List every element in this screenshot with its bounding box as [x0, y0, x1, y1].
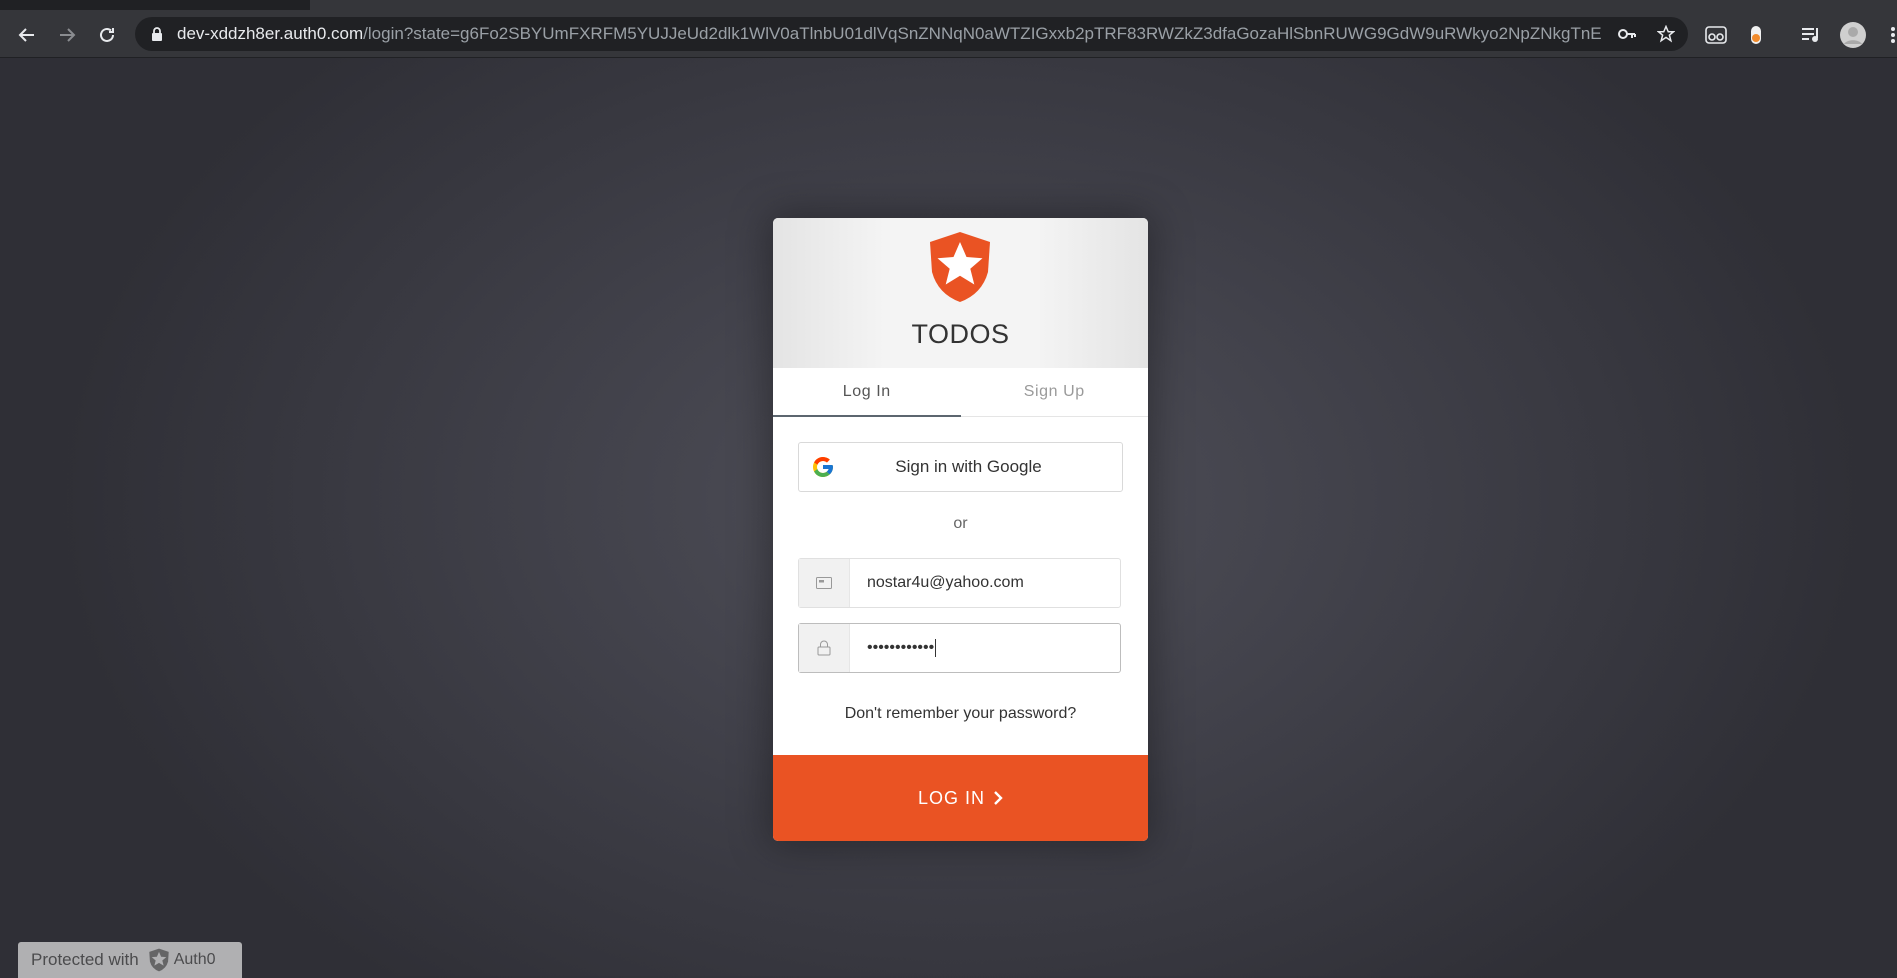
- extension-glasses-icon[interactable]: [1703, 22, 1729, 48]
- password-field[interactable]: ••••••••••••: [798, 623, 1121, 673]
- media-queue-icon[interactable]: [1798, 22, 1824, 48]
- tab-strip: [0, 0, 1897, 10]
- badge-brand: Auth0: [173, 951, 216, 968]
- reload-button[interactable]: [92, 20, 122, 50]
- lock-icon[interactable]: [149, 26, 165, 42]
- protected-with-auth0-badge[interactable]: Protected with Auth0: [18, 942, 242, 978]
- tab-login[interactable]: Log In: [773, 368, 961, 417]
- profile-avatar-icon[interactable]: [1840, 22, 1866, 48]
- login-submit-button[interactable]: LOG IN: [773, 755, 1148, 841]
- extension-toggle-icon[interactable]: [1743, 22, 1769, 48]
- google-signin-button[interactable]: Sign in with Google: [798, 442, 1123, 492]
- app-title: TODOS: [911, 319, 1010, 349]
- badge-text: Protected with: [31, 950, 139, 969]
- forward-button[interactable]: [52, 20, 82, 50]
- tab-signup[interactable]: Sign Up: [961, 368, 1149, 416]
- password-field-icon-cell: [799, 624, 850, 672]
- bookmark-star-icon[interactable]: [1657, 25, 1675, 43]
- key-icon[interactable]: [1618, 25, 1636, 43]
- forgot-password-link[interactable]: Don't remember your password?: [773, 705, 1148, 723]
- password-input[interactable]: ••••••••••••: [850, 624, 1120, 672]
- email-field[interactable]: nostar4u@yahoo.com: [798, 558, 1121, 608]
- lock-icon: [817, 640, 831, 656]
- google-signin-label: Sign in with Google: [895, 457, 1042, 476]
- card-header: TODOS: [773, 218, 1148, 368]
- password-masked-text: ••••••••••••: [867, 639, 935, 656]
- envelope-icon: [816, 577, 832, 589]
- chevron-right-icon: [994, 791, 1003, 805]
- email-field-icon-cell: [799, 559, 850, 607]
- auth0-shield-logo-icon: [930, 232, 990, 302]
- email-input[interactable]: nostar4u@yahoo.com: [850, 559, 1120, 607]
- url-host: dev-xddzh8er.auth0.com: [177, 24, 364, 43]
- login-card: TODOS Log In Sign Up Sign in with Google…: [773, 218, 1148, 841]
- auth0-shield-icon: [149, 948, 169, 972]
- browser-menu-icon[interactable]: [1880, 22, 1897, 48]
- url-path: /login?state=g6Fo2SBYUmFXRFM5YUJJeUd2dlk…: [363, 24, 1602, 43]
- address-bar[interactable]: dev-xddzh8er.auth0.com/login?state=g6Fo2…: [135, 17, 1688, 51]
- active-tab-strip[interactable]: [310, 0, 1897, 10]
- forward-arrow-icon: [60, 28, 76, 42]
- browser-toolbar: dev-xddzh8er.auth0.com/login?state=g6Fo2…: [0, 10, 1897, 58]
- back-arrow-icon: [18, 28, 34, 42]
- text-caret: [935, 639, 937, 657]
- login-submit-label: LOG IN: [917, 787, 985, 808]
- url-text[interactable]: dev-xddzh8er.auth0.com/login?state=g6Fo2…: [177, 24, 1602, 44]
- reload-icon: [100, 27, 114, 42]
- or-divider: or: [953, 515, 968, 532]
- auth-tabs: Log In Sign Up: [773, 368, 1148, 417]
- back-button[interactable]: [12, 20, 42, 50]
